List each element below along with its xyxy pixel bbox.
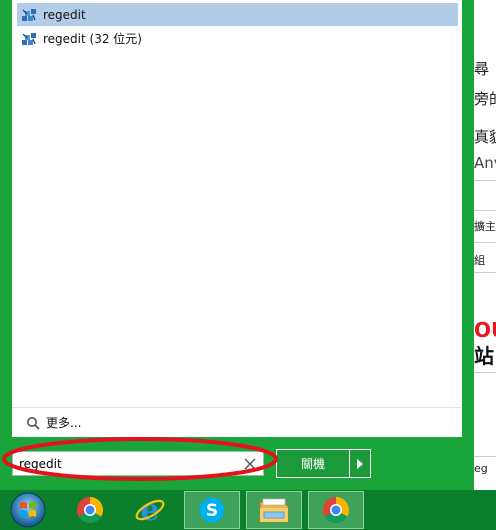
result-label: regedit (43, 7, 86, 22)
shutdown-options-button[interactable] (350, 449, 371, 478)
chrome-icon (322, 496, 350, 524)
taskbar-file-explorer[interactable] (246, 491, 302, 529)
bg-text-fragment: 組 (474, 254, 485, 267)
file-explorer-icon (259, 498, 289, 523)
taskbar-skype[interactable]: S (184, 491, 240, 529)
regedit-icon (22, 8, 36, 21)
svg-text:S: S (206, 501, 218, 521)
bg-text-fragment: 旁的 (474, 90, 496, 108)
taskbar: e S (0, 490, 496, 530)
start-menu: regedit regedit (32 位元) 更多... regedit 關機 (0, 0, 474, 490)
result-item-regedit-32[interactable]: regedit (32 位元) (17, 27, 458, 50)
chrome-icon (76, 496, 104, 524)
see-more-results[interactable]: 更多... (12, 407, 462, 437)
see-more-label: 更多... (46, 416, 82, 430)
bg-text-fragment: Anv (474, 154, 496, 172)
search-results-panel: regedit regedit (32 位元) 更多... (12, 0, 462, 437)
result-item-regedit[interactable]: regedit (17, 3, 458, 26)
taskbar-chrome-active[interactable] (308, 491, 364, 529)
search-icon (27, 416, 40, 430)
chevron-right-icon (357, 458, 363, 469)
skype-icon: S (199, 497, 225, 523)
start-button[interactable] (0, 491, 56, 529)
search-box[interactable] (12, 451, 264, 476)
svg-text:e: e (140, 494, 159, 526)
bg-text-fragment: eg (474, 462, 488, 475)
bg-ad-text: 站 (474, 344, 494, 368)
result-label: regedit (32 位元) (43, 32, 142, 46)
bg-text-fragment: 尋 (474, 60, 490, 78)
regedit-icon (22, 32, 36, 45)
windows-start-icon (10, 492, 46, 528)
clear-search-icon[interactable] (243, 457, 257, 471)
taskbar-internet-explorer[interactable]: e (122, 491, 178, 529)
shutdown-label: 關機 (300, 457, 325, 471)
bg-text-fragment: 真貌 (474, 128, 496, 146)
taskbar-chrome[interactable] (62, 491, 118, 529)
bg-ad-text: OU (474, 318, 496, 342)
internet-explorer-icon: e (135, 494, 165, 526)
search-input[interactable] (19, 454, 239, 473)
shutdown-button[interactable]: 關機 (276, 449, 350, 478)
bg-text-fragment: 擴主 (474, 220, 496, 233)
